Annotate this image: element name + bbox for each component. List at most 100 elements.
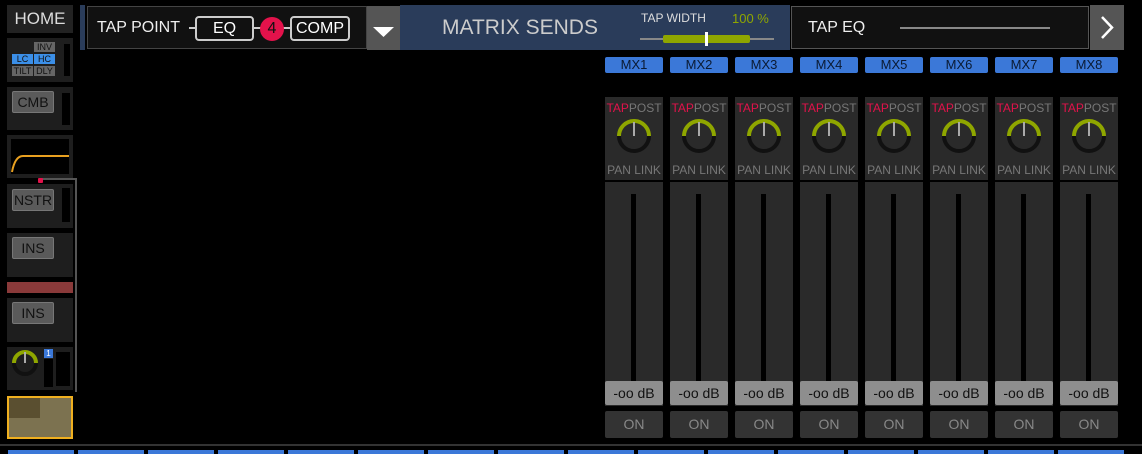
channel-bank-tab[interactable]: [8, 450, 74, 454]
tap-post-toggle[interactable]: TAPPOST: [865, 101, 923, 115]
tap-post-toggle[interactable]: TAPPOST: [1060, 101, 1118, 115]
tap-post-toggle[interactable]: TAPPOST: [670, 101, 728, 115]
matrix-select-button[interactable]: MX4: [800, 57, 858, 73]
send-level-readout[interactable]: -oo dB: [995, 381, 1053, 405]
send-level-readout[interactable]: -oo dB: [865, 381, 923, 405]
send-fader[interactable]: [995, 182, 1053, 406]
ins1-panel[interactable]: INS: [7, 233, 73, 277]
channel-bank-tab[interactable]: [918, 450, 984, 454]
channel-bank-tab[interactable]: [778, 450, 844, 454]
on-button[interactable]: ON: [605, 411, 663, 438]
pan-link-button[interactable]: PAN LINK: [800, 163, 858, 177]
cmb-panel[interactable]: CMB: [7, 87, 73, 130]
on-button[interactable]: ON: [995, 411, 1053, 438]
ins2-panel[interactable]: INS: [7, 298, 73, 342]
gain-knob-icon[interactable]: [11, 349, 39, 377]
channel-strip-pan: TAPPOST PAN LINK: [865, 97, 923, 180]
dly-button[interactable]: DLY: [34, 66, 55, 76]
tap-post-toggle[interactable]: TAPPOST: [800, 101, 858, 115]
nstr-button[interactable]: NSTR: [12, 189, 54, 211]
tap-step-badge[interactable]: 4: [260, 17, 284, 41]
send-fader[interactable]: [670, 182, 728, 406]
pan-link-button[interactable]: PAN LINK: [605, 163, 663, 177]
hc-button[interactable]: HC: [34, 54, 55, 64]
matrix-select-button[interactable]: MX2: [670, 57, 728, 73]
send-fader[interactable]: [605, 182, 663, 406]
channel-bank-tab[interactable]: [498, 450, 564, 454]
channel-bank-tab[interactable]: [288, 450, 354, 454]
tap-post-toggle[interactable]: TAPPOST: [735, 101, 793, 115]
scene-thumbnail[interactable]: [7, 396, 73, 439]
on-button[interactable]: ON: [670, 411, 728, 438]
ins-button[interactable]: INS: [12, 237, 54, 259]
send-fader[interactable]: [735, 182, 793, 406]
pan-link-button[interactable]: PAN LINK: [1060, 163, 1118, 177]
tap-eq-panel[interactable]: TAP EQ: [791, 6, 1089, 49]
tap-width-handle[interactable]: [705, 32, 708, 46]
eq-thumbnail[interactable]: [7, 135, 73, 178]
send-fader[interactable]: [800, 182, 858, 406]
send-knob-icon[interactable]: [1006, 118, 1042, 154]
pan-link-button[interactable]: PAN LINK: [930, 163, 988, 177]
nstr-panel[interactable]: NSTR: [7, 184, 73, 228]
send-level-readout[interactable]: -oo dB: [605, 381, 663, 405]
on-button[interactable]: ON: [800, 411, 858, 438]
matrix-select-button[interactable]: MX6: [930, 57, 988, 73]
comp-block[interactable]: COMP: [290, 16, 350, 41]
matrix-select-button[interactable]: MX8: [1060, 57, 1118, 73]
send-level-readout[interactable]: -oo dB: [670, 381, 728, 405]
next-page-button[interactable]: [1090, 5, 1124, 50]
channel-bank-tab[interactable]: [988, 450, 1054, 454]
send-level-readout[interactable]: -oo dB: [1060, 381, 1118, 405]
pan-link-button[interactable]: PAN LINK: [995, 163, 1053, 177]
matrix-select-button[interactable]: MX1: [605, 57, 663, 73]
on-button[interactable]: ON: [735, 411, 793, 438]
tap-point-selector[interactable]: TAP POINT EQ 4 COMP: [87, 6, 367, 49]
cmb-button[interactable]: CMB: [12, 91, 54, 113]
channel-bank-tab[interactable]: [148, 450, 214, 454]
matrix-select-button[interactable]: MX3: [735, 57, 793, 73]
send-knob-icon[interactable]: [1071, 118, 1107, 154]
send-fader[interactable]: [865, 182, 923, 406]
send-fader[interactable]: [1060, 182, 1118, 406]
tap-point-dropdown-button[interactable]: [367, 6, 400, 50]
on-button[interactable]: ON: [865, 411, 923, 438]
channel-bank-tab[interactable]: [78, 450, 144, 454]
pan-link-button[interactable]: PAN LINK: [670, 163, 728, 177]
ins-button[interactable]: INS: [12, 302, 54, 324]
tilt-button[interactable]: TILT: [12, 66, 33, 76]
gain-panel[interactable]: 1: [7, 347, 73, 390]
tap-post-toggle[interactable]: TAPPOST: [930, 101, 988, 115]
on-button[interactable]: ON: [1060, 411, 1118, 438]
send-knob-icon[interactable]: [616, 118, 652, 154]
send-knob-icon[interactable]: [681, 118, 717, 154]
eq-block[interactable]: EQ: [195, 16, 254, 41]
send-level-readout[interactable]: -oo dB: [800, 381, 858, 405]
tap-post-toggle[interactable]: TAPPOST: [995, 101, 1053, 115]
channel-bank-tab[interactable]: [568, 450, 634, 454]
on-button[interactable]: ON: [930, 411, 988, 438]
send-level-readout[interactable]: -oo dB: [930, 381, 988, 405]
send-knob-icon[interactable]: [941, 118, 977, 154]
channel-bank-tab[interactable]: [708, 450, 774, 454]
send-level-readout[interactable]: -oo dB: [735, 381, 793, 405]
tap-post-toggle[interactable]: TAPPOST: [605, 101, 663, 115]
send-knob-icon[interactable]: [811, 118, 847, 154]
pan-link-button[interactable]: PAN LINK: [735, 163, 793, 177]
send-knob-icon[interactable]: [746, 118, 782, 154]
inv-button[interactable]: INV: [34, 42, 55, 52]
channel-bank-tab[interactable]: [848, 450, 914, 454]
channel-bank-tab[interactable]: [218, 450, 284, 454]
matrix-select-button[interactable]: MX5: [865, 57, 923, 73]
send-fader[interactable]: [930, 182, 988, 406]
matrix-select-button[interactable]: MX7: [995, 57, 1053, 73]
channel-bank-tab[interactable]: [428, 450, 494, 454]
pan-link-button[interactable]: PAN LINK: [865, 163, 923, 177]
channel-bank-tab[interactable]: [1058, 450, 1124, 454]
lc-button[interactable]: LC: [12, 54, 33, 64]
channel-bank-tab[interactable]: [358, 450, 424, 454]
input-options-panel[interactable]: INV LC HC TILT DLY: [7, 38, 73, 82]
send-knob-icon[interactable]: [876, 118, 912, 154]
home-button[interactable]: HOME: [7, 5, 73, 33]
channel-bank-tab[interactable]: [638, 450, 704, 454]
